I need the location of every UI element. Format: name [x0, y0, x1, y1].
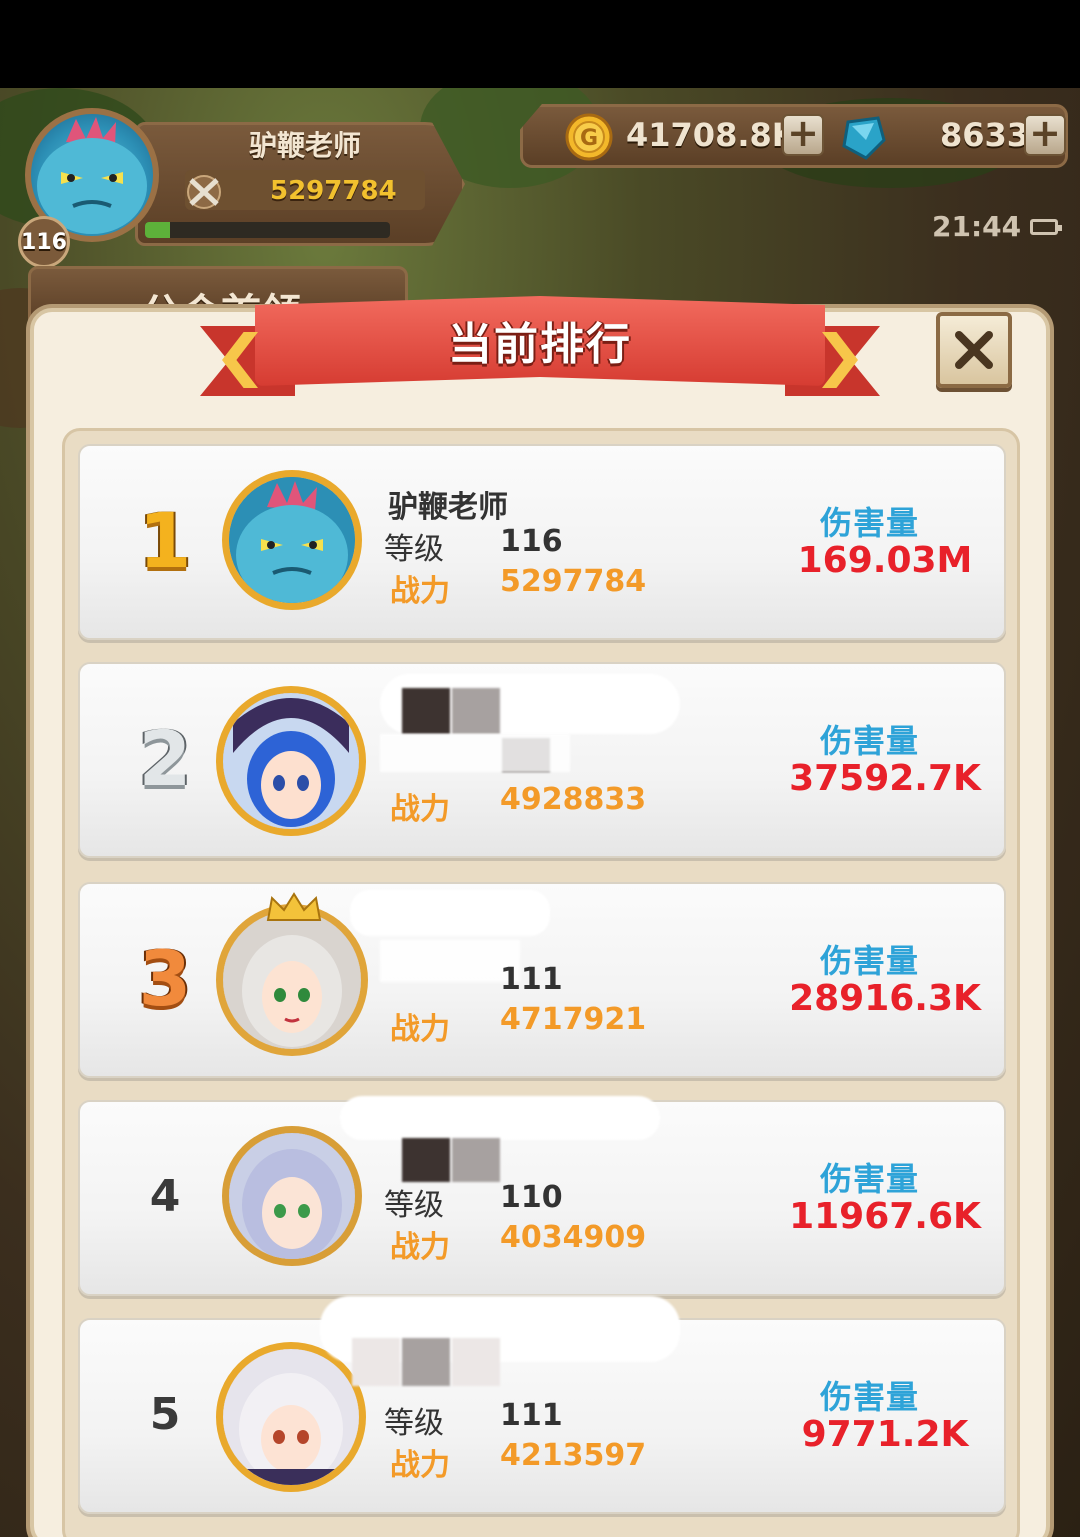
- power-label: 战力: [390, 792, 450, 827]
- system-status-bar: [0, 0, 1080, 88]
- power-label: 战力: [390, 1012, 450, 1047]
- damage-label: 伤害量: [820, 1160, 920, 1198]
- redacted-level-label: [380, 940, 520, 982]
- damage-label: 伤害量: [820, 942, 920, 980]
- svg-text:G: G: [580, 126, 598, 151]
- rank-number: 3: [138, 934, 192, 1023]
- power-value: 4717921: [500, 1002, 647, 1037]
- damage-value: 11967.6K: [789, 1196, 981, 1237]
- rank-number: 5: [149, 1389, 181, 1440]
- damage-label: 伤害量: [820, 504, 920, 542]
- damage-label: 伤害量: [820, 1378, 920, 1416]
- player-name: 驴鞭老师: [388, 490, 508, 525]
- rank-number: 1: [138, 496, 192, 585]
- redaction-pixel: [402, 1138, 450, 1182]
- damage-value: 37592.7K: [789, 758, 981, 799]
- add-gems-button[interactable]: +: [1024, 114, 1066, 156]
- close-icon: [955, 331, 993, 369]
- gem-amount: 8633: [940, 116, 1030, 154]
- level-value: 110: [500, 1180, 563, 1215]
- player-avatar-1[interactable]: [222, 470, 362, 610]
- rank-number: 4: [149, 1171, 181, 1222]
- damage-label: 伤害量: [820, 722, 920, 760]
- ranking-row-4[interactable]: 4 等级 110 战力 4034909 伤害量 11967.6K: [78, 1096, 1006, 1296]
- modal-title-ribbon: 当前排行: [200, 296, 880, 406]
- ranking-row-5[interactable]: 5 等级 111 战力 4213597 伤害量 9771.2K: [78, 1296, 1006, 1514]
- damage-value: 9771.2K: [801, 1414, 969, 1455]
- damage-value: 169.03M: [797, 540, 973, 581]
- ranking-row-3[interactable]: 3 111 战力 4717921 伤害量 28916.3K: [78, 882, 1006, 1078]
- power-label: 战力: [390, 1448, 450, 1483]
- player-avatar-4[interactable]: [222, 1126, 362, 1266]
- gem-icon: [842, 116, 886, 160]
- player-name: 驴鞭老师: [248, 129, 361, 162]
- exp-bar: [145, 222, 390, 238]
- level-label: 等级: [384, 1188, 444, 1223]
- redaction-pixel: [452, 1338, 500, 1386]
- clock: 21:44: [932, 210, 1022, 243]
- battery-icon: [1030, 219, 1062, 235]
- player-power: 5297784: [270, 176, 397, 206]
- redacted-name: [340, 1096, 660, 1140]
- redaction-pixel: [402, 1338, 450, 1386]
- redaction-pixel: [402, 688, 450, 734]
- modal-title: 当前排行: [448, 319, 632, 370]
- gold-amount: 41708.8K: [626, 116, 797, 154]
- player-avatar-2[interactable]: [216, 686, 366, 836]
- level-label: 等级: [384, 532, 444, 567]
- player-avatar-5[interactable]: [216, 1342, 366, 1492]
- add-gold-button[interactable]: +: [782, 114, 824, 156]
- level-value: 111: [500, 962, 563, 997]
- ranking-row-2[interactable]: 2 战力 4928833 伤害量 37592.7K: [78, 662, 1006, 858]
- gold-coin-icon: G: [565, 113, 613, 161]
- power-value: 5297784: [500, 564, 647, 599]
- redacted-name: [350, 890, 550, 936]
- redacted-level: [380, 734, 570, 772]
- crossed-swords-icon: [187, 175, 221, 209]
- player-hud[interactable]: 驴鞭老师 5297784 116: [15, 104, 465, 268]
- redaction-pixel: [452, 1138, 500, 1182]
- level-value: 111: [500, 1398, 563, 1433]
- player-avatar-3[interactable]: [216, 904, 368, 1056]
- level-label: 等级: [384, 1406, 444, 1441]
- level-value: 116: [500, 524, 563, 559]
- redaction-pixel: [452, 688, 500, 734]
- redaction-pixel: [352, 1338, 400, 1386]
- ranking-row-1[interactable]: 1 驴鞭老师 等级 116 战力 5297784 伤害量 169.03M: [78, 444, 1006, 640]
- rank-number: 2: [138, 714, 192, 803]
- crown-icon: [266, 892, 322, 921]
- close-button[interactable]: [936, 312, 1012, 388]
- player-level-badge: 116: [18, 216, 70, 268]
- damage-value: 28916.3K: [789, 978, 981, 1019]
- power-label: 战力: [390, 574, 450, 609]
- power-value: 4213597: [500, 1438, 647, 1473]
- power-value: 4034909: [500, 1220, 647, 1255]
- power-value: 4928833: [500, 782, 647, 817]
- power-label: 战力: [390, 1230, 450, 1265]
